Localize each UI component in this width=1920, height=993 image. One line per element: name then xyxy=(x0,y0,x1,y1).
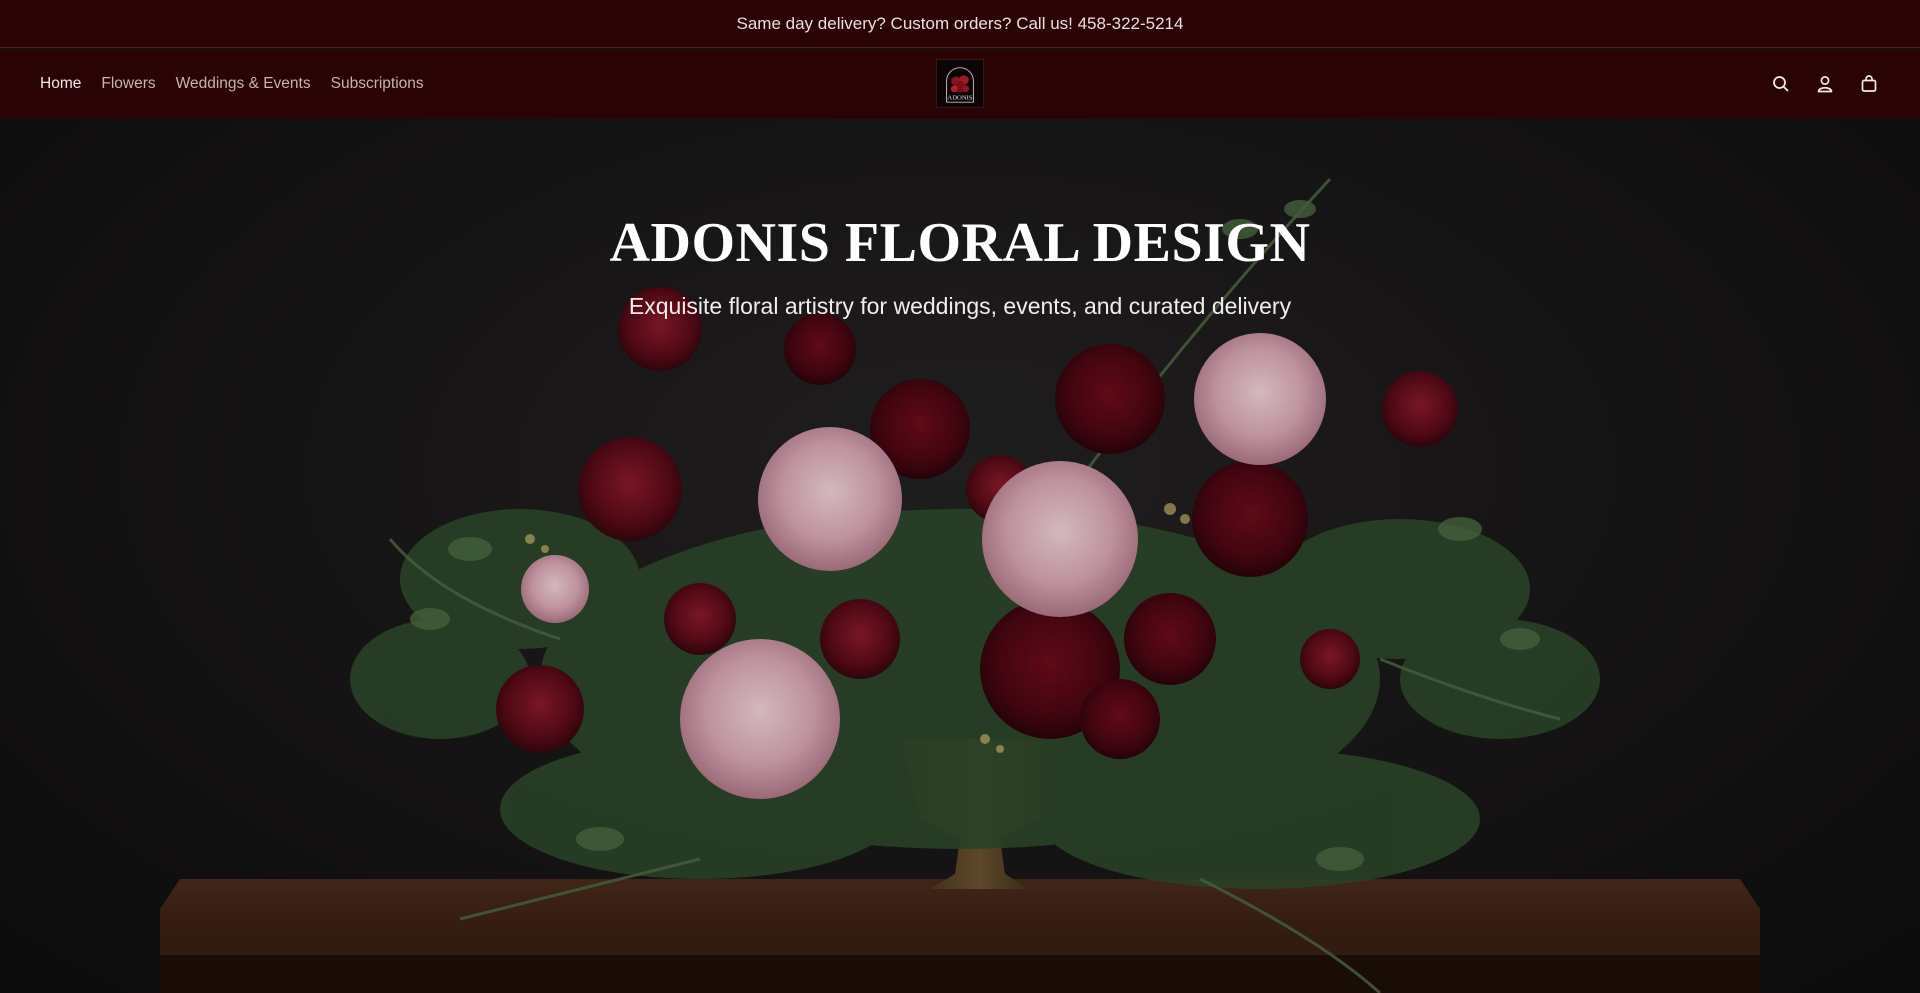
hero-title: ADONIS FLORAL DESIGN xyxy=(609,212,1311,274)
header-actions xyxy=(1770,49,1880,119)
announcement-bar: Same day delivery? Custom orders? Call u… xyxy=(0,0,1920,48)
site-header: Home Flowers Weddings & Events Subscript… xyxy=(0,49,1920,119)
hero-section: ADONIS FLORAL DESIGN Exquisite floral ar… xyxy=(0,119,1920,993)
nav-item-flowers[interactable]: Flowers xyxy=(101,75,155,93)
announcement-text: Same day delivery? Custom orders? Call u… xyxy=(736,13,1184,33)
site-logo[interactable]: ADONIS xyxy=(936,59,984,108)
search-icon[interactable] xyxy=(1770,73,1792,95)
nav-item-home[interactable]: Home xyxy=(40,75,81,93)
logo-text: ADONIS xyxy=(947,94,973,101)
cart-icon[interactable] xyxy=(1858,73,1880,95)
main-nav: Home Flowers Weddings & Events Subscript… xyxy=(40,49,424,119)
hero-subtitle: Exquisite floral artistry for weddings, … xyxy=(628,293,1292,319)
account-icon[interactable] xyxy=(1814,73,1836,95)
logo-emblem: ADONIS xyxy=(946,67,974,103)
nav-item-subscriptions[interactable]: Subscriptions xyxy=(331,75,424,93)
nav-item-weddings-events[interactable]: Weddings & Events xyxy=(176,75,311,93)
